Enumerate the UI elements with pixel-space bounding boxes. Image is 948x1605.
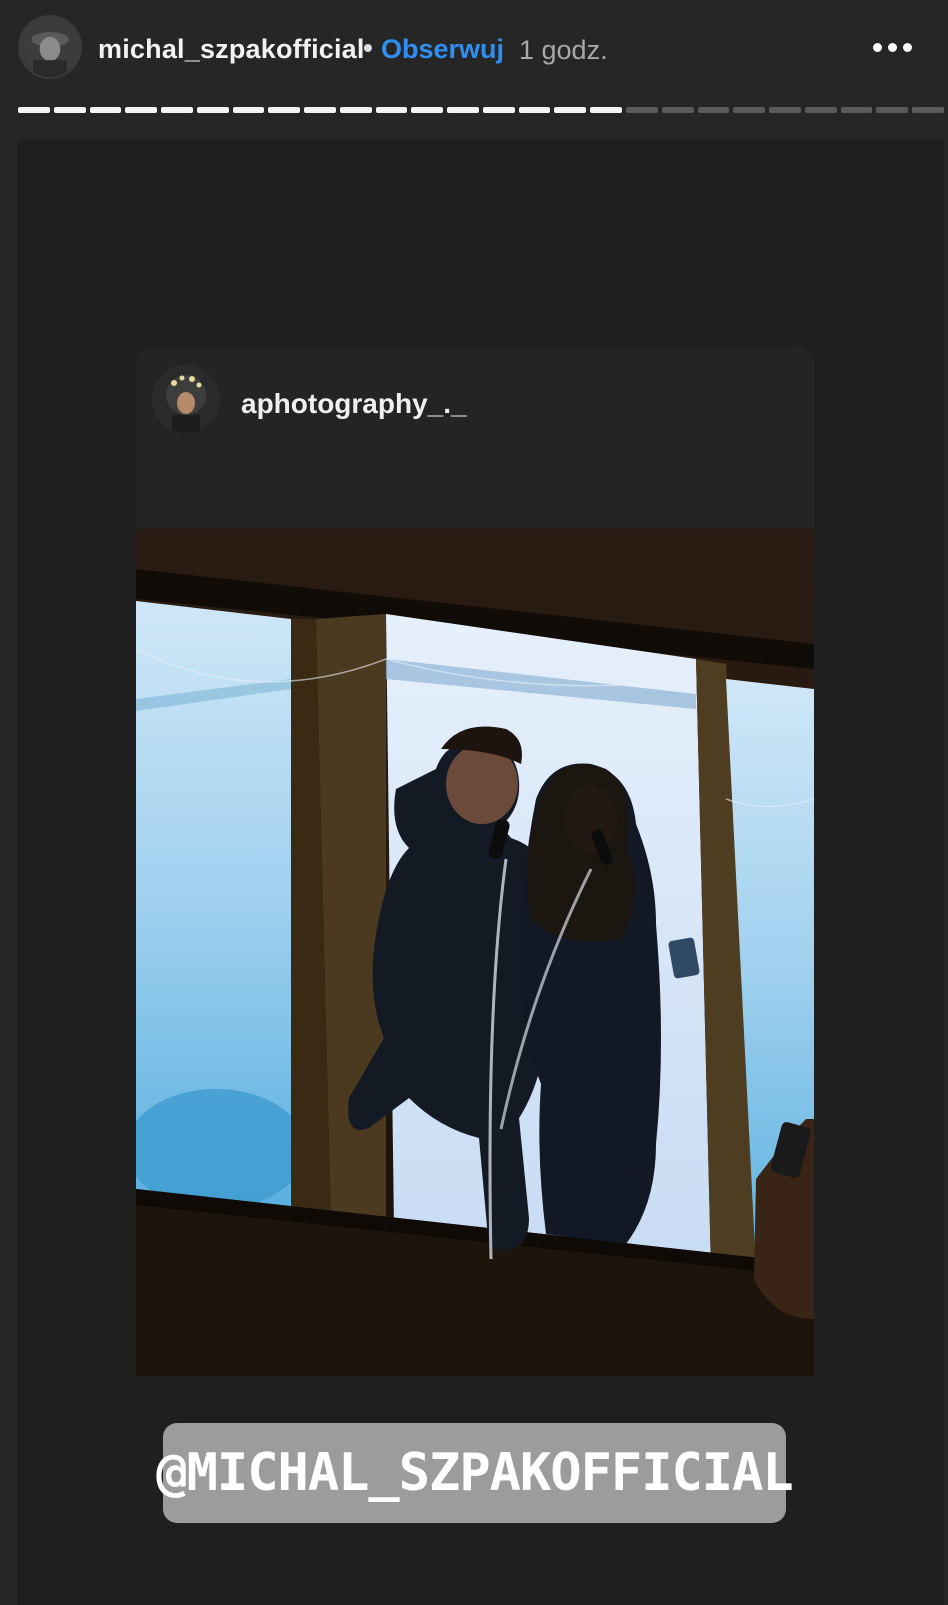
progress-segment <box>661 107 694 113</box>
progress-segment <box>268 107 301 113</box>
progress-segment <box>89 107 122 113</box>
progress-segment <box>53 107 86 113</box>
follow-button[interactable]: Obserwuj <box>381 34 504 65</box>
dot-1 <box>872 42 882 52</box>
progress-segment <box>161 107 193 113</box>
shared-post-avatar[interactable] <box>152 365 220 433</box>
progress-segment <box>590 107 623 113</box>
story-username[interactable]: michal_szpakofficial <box>98 34 365 65</box>
shared-post-header <box>136 346 814 528</box>
story-progress-bar <box>18 107 944 115</box>
story-header: michal_szpakofficial • Obserwuj 1 godz. <box>0 0 948 100</box>
progress-segment <box>733 107 766 113</box>
progress-segment <box>411 107 444 113</box>
progress-segment <box>518 107 551 113</box>
progress-segment <box>196 107 229 113</box>
progress-segment <box>804 107 837 113</box>
progress-segment <box>769 107 801 113</box>
dot-3 <box>902 42 912 52</box>
progress-segment <box>232 107 265 113</box>
progress-segment <box>876 107 909 113</box>
progress-segment <box>482 107 515 113</box>
dot-2 <box>887 42 897 52</box>
progress-segment <box>912 107 944 113</box>
progress-segment <box>304 107 336 113</box>
separator-dot: • <box>363 32 373 63</box>
progress-segment <box>447 107 479 113</box>
mention-sticker[interactable]: @MICHAL_SZPAKOFFICIAL <box>156 1423 794 1523</box>
progress-segment <box>840 107 873 113</box>
progress-segment <box>339 107 372 113</box>
progress-segment <box>554 107 587 113</box>
shared-post-username[interactable]: aphotography_._ <box>241 388 467 420</box>
progress-segment <box>375 107 408 113</box>
post-time: 1 godz. <box>519 35 608 65</box>
profile-avatar[interactable] <box>18 15 82 79</box>
shared-post-photo[interactable] <box>136 529 814 1376</box>
progress-segment <box>626 107 658 113</box>
progress-segment <box>125 107 158 113</box>
more-options-icon[interactable] <box>864 22 920 72</box>
progress-segment <box>697 107 730 113</box>
progress-segment <box>18 107 50 113</box>
